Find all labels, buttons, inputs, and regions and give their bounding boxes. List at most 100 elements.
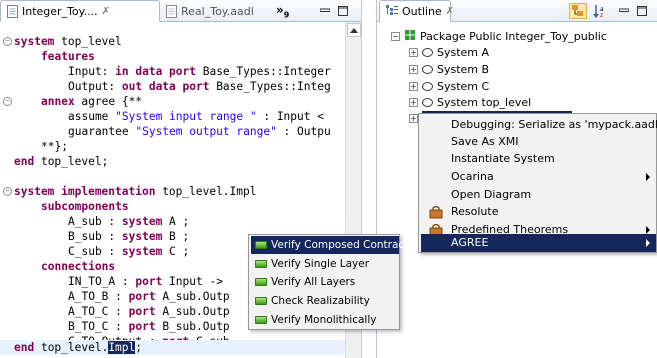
code-keyword: port: [128, 290, 156, 303]
tab-real-toy[interactable]: Real_Toy.aadl: [160, 0, 254, 22]
code-token: agree {**: [74, 95, 143, 108]
code-keyword: system: [121, 230, 163, 243]
sort-button[interactable]: [569, 3, 587, 19]
code-token: Base_Types::Integ: [209, 80, 331, 93]
code-line[interactable]: − system implementation top_level.Impl: [0, 184, 345, 199]
tree-item-system-top-level[interactable]: + System top_level: [409, 94, 531, 110]
code-token: guarantee: [68, 125, 136, 138]
code-line[interactable]: end top_level;: [0, 154, 345, 169]
outline-tab-bar: Outline ✗ az: [377, 0, 657, 22]
menu-item-verify-all-layers[interactable]: Verify All Layers: [251, 273, 399, 291]
close-icon[interactable]: ✗: [102, 6, 110, 17]
code-line[interactable]: [0, 169, 345, 184]
code-token: A_sub.Outp: [155, 290, 230, 303]
code-line[interactable]: subcomponents: [0, 199, 345, 214]
code-keyword: port: [128, 305, 156, 318]
system-icon: [422, 81, 433, 91]
tree-item-system-a[interactable]: + System A: [409, 44, 489, 60]
code-line[interactable]: end top_level.Impl;: [0, 340, 345, 355]
code-token: C ;: [162, 245, 190, 258]
expand-icon[interactable]: +: [409, 64, 418, 74]
menu-item-label: Verify Composed Contract: [271, 239, 409, 251]
code-keyword: out data port: [121, 80, 210, 93]
code-line[interactable]: Input: in data port Base_Types::Integer: [0, 64, 345, 79]
code-line[interactable]: **};: [0, 139, 345, 154]
expand-icon[interactable]: +: [409, 113, 418, 123]
code-text: assume "System input range " : Input <: [68, 109, 324, 124]
aadl-file-icon: [166, 4, 177, 18]
collapse-icon[interactable]: −: [391, 31, 400, 41]
code-text: Output: out data port Base_Types::Integ: [68, 79, 331, 94]
code-keyword: annex: [41, 95, 75, 108]
code-token: ;: [135, 341, 143, 354]
code-token: Input ->: [162, 275, 223, 288]
maximize-button[interactable]: [635, 4, 649, 18]
menu-item-save-as-xmi[interactable]: Save As XMI: [421, 133, 656, 151]
menu-item-verify-composed-contract[interactable]: Verify Composed Contract: [251, 236, 408, 254]
expand-icon[interactable]: +: [409, 81, 418, 91]
code-keyword: end: [14, 155, 35, 168]
expand-icon[interactable]: +: [409, 97, 418, 107]
tab-real-toy-label: Real_Toy.aadl: [181, 4, 254, 18]
tab-integer-toy[interactable]: Integer_Toy.... ✗: [0, 0, 160, 22]
code-token: IN_TO_A :: [68, 275, 136, 288]
menu-item-instantiate-system[interactable]: Instantiate System: [421, 150, 656, 168]
code-line[interactable]: Output: out data port Base_Types::Integ: [0, 79, 345, 94]
menu-item-ocarina[interactable]: Ocarina: [421, 168, 656, 186]
menu-item-resolute[interactable]: Resolute: [421, 203, 656, 221]
minimize-icon: [320, 8, 330, 12]
tree-item-label: Package Public Integer_Toy_public: [420, 29, 607, 43]
code-token: B ;: [162, 230, 190, 243]
fold-toggle-icon[interactable]: −: [3, 37, 12, 46]
code-line[interactable]: features: [0, 49, 345, 64]
code-text: Input: in data port Base_Types::Integer: [68, 64, 331, 79]
code-keyword: in data port: [115, 65, 196, 78]
tree-item-system-b[interactable]: + System B: [409, 61, 489, 77]
code-line[interactable]: assume "System input range " : Input <: [0, 109, 345, 124]
fold-toggle-icon[interactable]: −: [3, 97, 12, 106]
sort-alpha-button[interactable]: az: [591, 3, 609, 19]
tree-item-system-c[interactable]: + System C: [409, 78, 489, 94]
code-line[interactable]: − annex agree {**: [0, 94, 345, 109]
code-token: assume: [68, 110, 116, 123]
code-string: "System output range": [135, 125, 277, 138]
code-keyword: port: [135, 275, 163, 288]
menu-item-check-realizability[interactable]: Check Realizability: [251, 292, 399, 310]
tree-item-package[interactable]: − Package Public Integer_Toy_public: [391, 28, 607, 44]
verify-icon: [255, 241, 267, 249]
scroll-up-button[interactable]: [347, 23, 361, 37]
code-line[interactable]: A_sub : system A ;: [0, 214, 345, 229]
code-token: top_level: [54, 35, 122, 48]
code-token: A_sub.Outp: [155, 305, 230, 318]
menu-item-agree[interactable]: AGREE: [421, 234, 656, 252]
maximize-button[interactable]: [336, 4, 350, 18]
menu-item-label: Verify All Layers: [271, 276, 356, 288]
menu-item-label: Ocarina: [451, 170, 494, 183]
menu-item-verify-single-layer[interactable]: Verify Single Layer: [251, 255, 399, 273]
expand-icon[interactable]: +: [409, 47, 418, 57]
system-icon: [422, 97, 433, 107]
fold-toggle-icon[interactable]: −: [3, 187, 12, 196]
verify-icon: [255, 260, 267, 268]
code-token: B_TO_C :: [68, 320, 129, 333]
menu-item-verify-monolithically[interactable]: Verify Monolithically: [251, 311, 399, 329]
submenu-arrow-icon: [646, 173, 650, 181]
menu-item-open-diagram[interactable]: Open Diagram: [421, 186, 656, 204]
code-line[interactable]: − system top_level: [0, 34, 345, 49]
minimize-button[interactable]: [617, 4, 631, 18]
code-text: A_TO_C : port A_sub.Outp: [68, 304, 230, 319]
tab-overflow-button[interactable]: »9: [276, 3, 289, 19]
svg-text:z: z: [600, 12, 603, 18]
maximize-icon: [338, 6, 348, 16]
tree-item-label: System C: [437, 79, 490, 93]
tab-outline[interactable]: Outline ✗: [379, 0, 454, 22]
sort-alpha-icon: az: [593, 4, 604, 18]
code-text: connections: [41, 259, 115, 274]
menu-item-serialize[interactable]: Debugging: Serialize as 'mypack.aadl' te…: [421, 116, 657, 134]
code-line[interactable]: guarantee "System output range" : Outpu: [0, 124, 345, 139]
close-icon[interactable]: ✗: [446, 6, 454, 17]
menu-item-label: Verify Single Layer: [271, 258, 370, 270]
code-text: IN_TO_A : port Input ->: [68, 274, 223, 289]
minimize-button[interactable]: [318, 4, 332, 18]
arrow-up-icon: [350, 27, 358, 33]
